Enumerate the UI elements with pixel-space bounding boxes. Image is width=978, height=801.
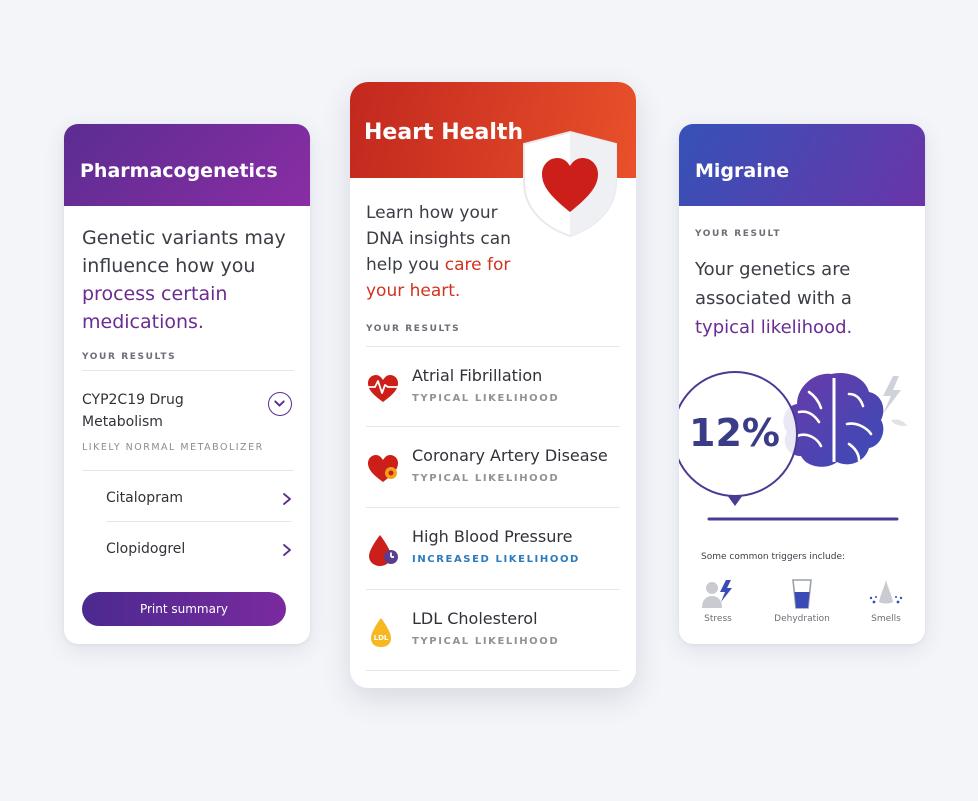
- migraine-header: Migraine: [679, 124, 925, 206]
- ldl-drop-icon: LDL: [371, 618, 391, 647]
- likelihood-label: TYPICAL LIKELIHOOD: [412, 473, 560, 484]
- condition-row[interactable]: LDL LDL Cholesterol TYPICAL LIKELIHOOD: [366, 609, 622, 679]
- likelihood-label: TYPICAL LIKELIHOOD: [412, 393, 560, 404]
- card-intro: Your genetics are associated with a typi…: [695, 255, 915, 342]
- trigger-label: Smells: [871, 614, 901, 624]
- chevron-down-icon: [274, 400, 285, 407]
- trigger-label: Stress: [704, 614, 732, 624]
- results-label: YOUR RESULTS: [82, 352, 177, 362]
- intro-highlight: typical likelihood.: [695, 317, 853, 338]
- stress-icon: [702, 580, 732, 608]
- condition-name: LDL Cholesterol: [412, 609, 538, 628]
- condition-name: Coronary Artery Disease: [412, 446, 608, 465]
- print-summary-button[interactable]: Print summary: [82, 592, 286, 626]
- blood-drop-gauge-icon: [369, 535, 398, 566]
- condition-row[interactable]: High Blood Pressure INCREASED LIKELIHOOD: [366, 527, 622, 597]
- condition-name: Atrial Fibrillation: [412, 366, 543, 385]
- divider: [106, 521, 292, 522]
- medication-row[interactable]: Citalopram: [106, 490, 292, 516]
- metabolizer-status: LIKELY NORMAL METABOLIZER: [82, 442, 264, 453]
- divider: [82, 470, 294, 471]
- chevron-right-icon: [283, 544, 291, 556]
- trigger-item: Dehydration: [767, 578, 837, 624]
- svg-text:LDL: LDL: [374, 634, 389, 642]
- smell-icon: [869, 580, 903, 604]
- intro-highlight: process certain medications.: [82, 283, 228, 333]
- heart-health-card[interactable]: Heart Health Learn how your DNA insights…: [350, 82, 636, 688]
- medication-row[interactable]: Clopidogrel: [106, 541, 292, 567]
- pharmacogenetics-header: Pharmacogenetics: [64, 124, 310, 206]
- trigger-item: Stress: [683, 578, 753, 624]
- chevron-right-icon: [283, 493, 291, 505]
- divider: [366, 426, 620, 427]
- drug-title-line: Metabolism: [82, 414, 163, 430]
- likelihood-label: TYPICAL LIKELIHOOD: [412, 636, 560, 647]
- heart-ecg-icon: [367, 375, 399, 402]
- card-title: Pharmacogenetics: [80, 160, 278, 182]
- intro-text: Your genetics are associated with a: [695, 259, 852, 309]
- results-label: YOUR RESULT: [695, 229, 782, 239]
- lightning-icon: [883, 376, 901, 414]
- trigger-label: Dehydration: [774, 614, 830, 624]
- brain-icon: [783, 372, 884, 467]
- medication-name: Clopidogrel: [106, 541, 186, 557]
- divider: [82, 370, 294, 371]
- divider: [366, 670, 620, 671]
- pharmacogenetics-card[interactable]: Pharmacogenetics Genetic variants may in…: [64, 124, 310, 644]
- divider: [366, 346, 620, 347]
- drug-title: CYP2C19 Drug Metabolism: [82, 389, 184, 433]
- trigger-item: Smells: [851, 578, 921, 624]
- heart-artery-icon: [368, 455, 398, 482]
- water-glass-icon: [792, 579, 812, 609]
- migraine-card[interactable]: Migraine YOUR RESULT Your genetics are a…: [679, 124, 925, 644]
- card-intro: Genetic variants may influence how you p…: [82, 224, 292, 336]
- likelihood-label: INCREASED LIKELIHOOD: [412, 554, 580, 565]
- results-label: YOUR RESULTS: [366, 324, 461, 334]
- card-intro: Learn how your DNA insights can help you…: [366, 200, 536, 304]
- likelihood-percentage: 12%: [689, 411, 780, 455]
- medication-name: Citalopram: [106, 490, 184, 506]
- divider: [366, 589, 620, 590]
- expand-button[interactable]: [268, 392, 292, 416]
- card-title: Heart Health: [364, 120, 524, 145]
- intro-text: Genetic variants may influence how you: [82, 227, 286, 277]
- triggers-label: Some common triggers include:: [701, 552, 846, 562]
- condition-name: High Blood Pressure: [412, 527, 573, 546]
- drug-title-line: CYP2C19 Drug: [82, 392, 184, 408]
- card-title: Migraine: [695, 160, 790, 182]
- condition-row[interactable]: Coronary Artery Disease TYPICAL LIKELIHO…: [366, 446, 622, 516]
- divider: [366, 507, 620, 508]
